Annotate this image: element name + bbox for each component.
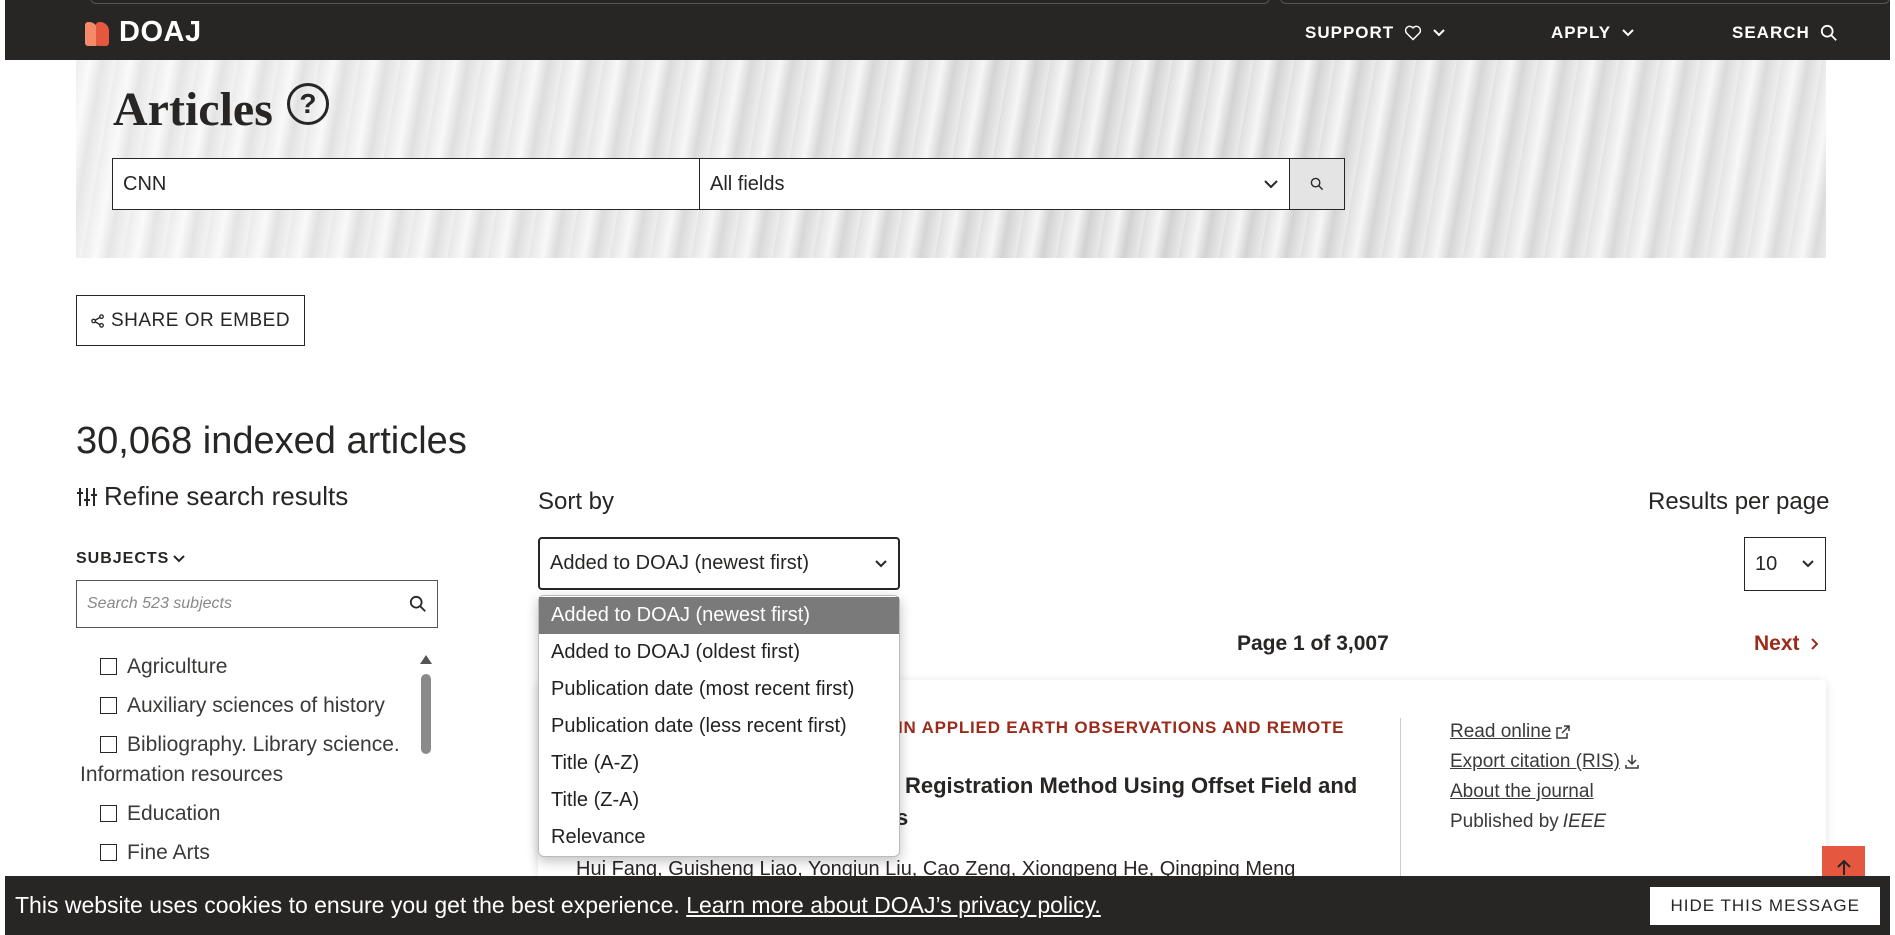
- external-link-icon: [1556, 725, 1571, 739]
- download-icon: [1625, 755, 1639, 769]
- checkbox[interactable]: [100, 805, 117, 822]
- arrow-up-icon: [1836, 859, 1851, 875]
- about-journal-label: About the journal: [1450, 781, 1594, 802]
- doaj-logo[interactable]: DOAJ: [85, 16, 202, 49]
- sort-option[interactable]: Publication date (less recent first): [539, 708, 899, 745]
- published-by-label: Published by: [1450, 811, 1559, 832]
- privacy-policy-link[interactable]: Learn more about DOAJ’s privacy policy.: [686, 892, 1101, 918]
- cookie-message-text: This website uses cookies to ensure you …: [15, 892, 680, 918]
- subject-label: Education: [127, 802, 221, 825]
- checkbox[interactable]: [100, 697, 117, 714]
- export-citation-label: Export citation (RIS): [1450, 751, 1620, 772]
- filter-sliders-icon: [77, 487, 97, 506]
- cookie-banner: This website uses cookies to ensure you …: [5, 876, 1890, 935]
- subject-label-continued: Information resources: [80, 763, 284, 786]
- checkbox[interactable]: [100, 736, 117, 753]
- next-page-link[interactable]: Next: [1754, 632, 1820, 656]
- nav-apply-label: APPLY: [1551, 23, 1612, 42]
- subject-item[interactable]: Bibliography. Library science. Informati…: [80, 730, 420, 790]
- subject-item[interactable]: Fine Arts: [80, 838, 420, 868]
- sort-option[interactable]: Added to DOAJ (oldest first): [539, 634, 899, 671]
- about-journal-link[interactable]: About the journal: [1450, 780, 1640, 804]
- read-online-link[interactable]: Read online: [1450, 720, 1640, 744]
- subjects-list: Agriculture Auxiliary sciences of histor…: [80, 652, 420, 877]
- subject-item[interactable]: Agriculture: [80, 652, 420, 682]
- share-embed-button[interactable]: SHARE OR EMBED: [76, 295, 305, 346]
- chevron-down-icon: [173, 555, 186, 563]
- subject-label: Fine Arts: [127, 841, 210, 864]
- chevron-down-icon: [1433, 29, 1445, 37]
- subjects-facet-toggle[interactable]: SUBJECTS: [76, 550, 186, 568]
- heart-icon: [1405, 25, 1422, 41]
- chevron-down-icon: [875, 559, 887, 567]
- read-online-label: Read online: [1450, 721, 1552, 742]
- results-count: 30,068 indexed articles: [76, 420, 467, 462]
- help-icon[interactable]: ?: [286, 82, 329, 125]
- doaj-logo-icon: [85, 20, 113, 46]
- cookie-message: This website uses cookies to ensure you …: [15, 892, 1101, 919]
- top-nav: DOAJ SUPPORT APPLY SEARCH: [5, 0, 1890, 60]
- sort-option[interactable]: Title (Z-A): [539, 782, 899, 819]
- sort-dropdown-menu: Added to DOAJ (newest first) Added to DO…: [538, 595, 900, 857]
- sort-option[interactable]: Relevance: [539, 819, 899, 856]
- sort-select[interactable]: Added to DOAJ (newest first): [538, 537, 900, 590]
- hide-message-button[interactable]: HIDE THIS MESSAGE: [1650, 886, 1880, 925]
- checkbox[interactable]: [100, 844, 117, 861]
- next-label: Next: [1754, 632, 1800, 655]
- results-per-page-label: Results per page: [1648, 488, 1830, 515]
- search-field-select[interactable]: All fields: [700, 158, 1290, 210]
- nav-support-label: SUPPORT: [1305, 23, 1395, 42]
- scrollbar-thumb[interactable]: [421, 674, 431, 754]
- share-icon: [91, 313, 104, 328]
- publisher-info: Published by IEEE: [1450, 810, 1640, 834]
- article-title-link[interactable]: Registration Method Using Offset Field a…: [905, 773, 1357, 799]
- chevron-down-icon: [1622, 29, 1634, 37]
- logo-text: DOAJ: [119, 16, 202, 48]
- browser-ghost-bar: [90, 0, 1270, 4]
- sort-selected-value: Added to DOAJ (newest first): [550, 552, 809, 574]
- sort-option[interactable]: Publication date (most recent first): [539, 671, 899, 708]
- subjects-search-placeholder: Search 523 subjects: [87, 595, 232, 612]
- journal-name-link[interactable]: IN APPLIED EARTH OBSERVATIONS AND REMOTE: [898, 718, 1344, 738]
- publisher-name: IEEE: [1562, 811, 1607, 832]
- nav-apply[interactable]: APPLY: [1551, 23, 1635, 43]
- subject-label: Agriculture: [127, 655, 228, 678]
- subject-label: Auxiliary sciences of history: [127, 694, 385, 717]
- sort-option[interactable]: Added to DOAJ (newest first): [539, 597, 899, 634]
- refine-heading: Refine search results: [76, 481, 348, 512]
- results-per-page-select[interactable]: 10: [1744, 537, 1826, 591]
- page-title-text: Articles: [113, 83, 273, 136]
- subjects-scrollbar[interactable]: [420, 655, 432, 875]
- sort-by-label: Sort by: [538, 488, 615, 515]
- page-title: Articles ?: [113, 82, 329, 137]
- nav-search-label: SEARCH: [1732, 23, 1810, 42]
- share-embed-label: SHARE OR EMBED: [110, 309, 291, 331]
- article-search-bar: CNN All fields: [112, 158, 1345, 210]
- subject-item[interactable]: Auxiliary sciences of history: [80, 691, 420, 721]
- search-icon[interactable]: [409, 595, 427, 613]
- subject-label: Bibliography. Library science.: [127, 733, 400, 756]
- results-per-page-value: 10: [1755, 552, 1778, 575]
- nav-search[interactable]: SEARCH: [1732, 23, 1838, 43]
- refine-label: Refine search results: [104, 481, 349, 511]
- chevron-down-icon: [1264, 180, 1278, 189]
- checkbox[interactable]: [100, 658, 117, 675]
- chevron-right-icon: [1810, 638, 1818, 650]
- search-icon: [1310, 177, 1324, 191]
- subject-item[interactable]: Education: [80, 799, 420, 829]
- browser-ghost-bar: [1280, 0, 1890, 4]
- search-submit-button[interactable]: [1290, 158, 1345, 210]
- chevron-down-icon: [1802, 560, 1814, 568]
- search-field-value: All fields: [710, 172, 785, 195]
- scroll-up-arrow-icon[interactable]: [420, 655, 432, 664]
- nav-support[interactable]: SUPPORT: [1305, 23, 1446, 43]
- subjects-heading: SUBJECTS: [76, 550, 170, 567]
- subjects-search-input[interactable]: Search 523 subjects: [76, 580, 438, 628]
- search-icon: [1820, 24, 1837, 41]
- export-citation-link[interactable]: Export citation (RIS): [1450, 750, 1640, 774]
- sort-option[interactable]: Title (A-Z): [539, 745, 899, 782]
- page-info: Page 1 of 3,007: [1237, 632, 1389, 655]
- search-query-input[interactable]: CNN: [112, 158, 700, 210]
- article-links: Read online Export citation (RIS) About …: [1450, 720, 1640, 840]
